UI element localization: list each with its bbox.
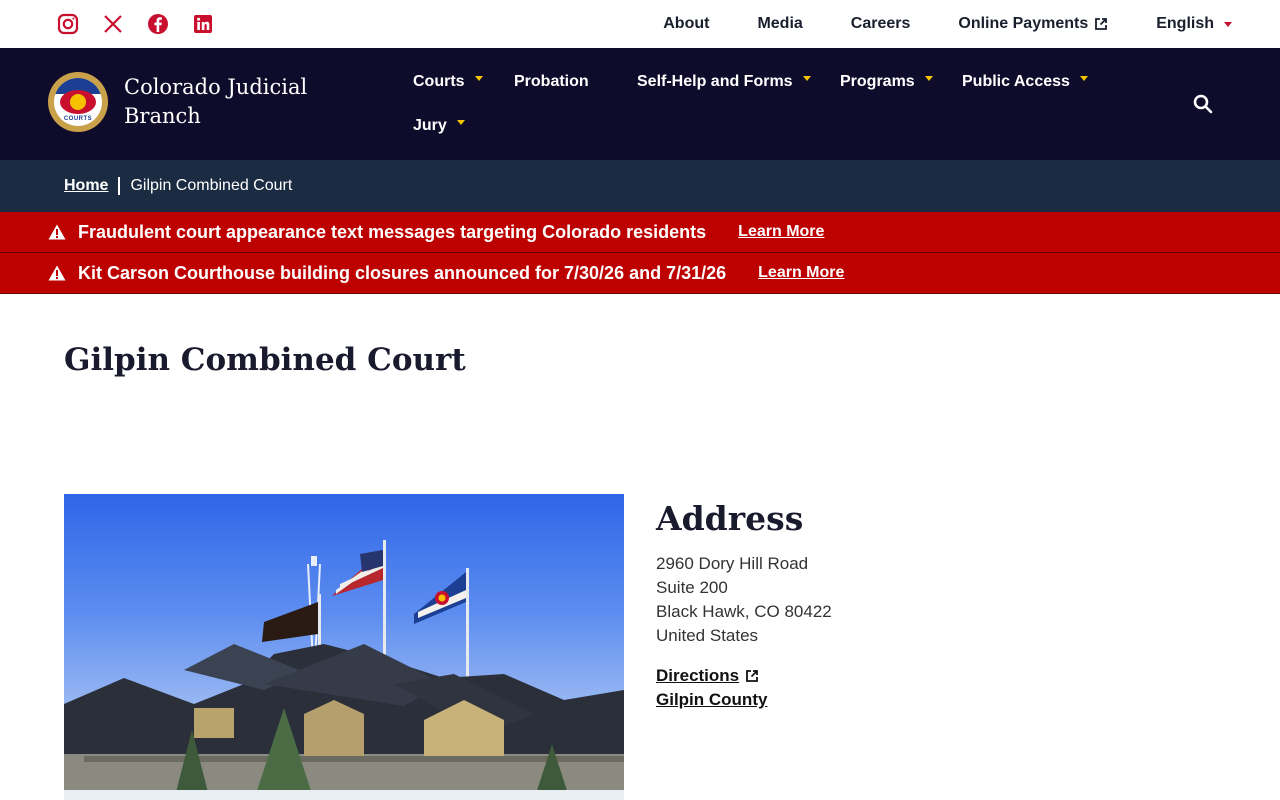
chevron-down-icon bbox=[1079, 75, 1088, 81]
facebook-icon[interactable] bbox=[146, 12, 170, 36]
online-payments-label: Online Payments bbox=[958, 15, 1089, 32]
alert-message: Kit Carson Courthouse building closures … bbox=[78, 262, 727, 283]
careers-link[interactable]: Careers bbox=[851, 15, 911, 33]
directions-label: Directions bbox=[656, 666, 740, 685]
nav-probation-label: Probation bbox=[514, 73, 589, 90]
careers-label: Careers bbox=[850, 15, 911, 32]
page-title: Gilpin Combined Court bbox=[64, 342, 466, 378]
chevron-down-icon bbox=[1224, 21, 1232, 27]
nav-item-probation[interactable]: Probation bbox=[514, 73, 637, 91]
chevron-down-icon bbox=[474, 75, 483, 81]
alert-learn-more-link[interactable]: Learn More bbox=[758, 264, 844, 282]
media-label: Media bbox=[757, 15, 803, 32]
nav-item-public-access[interactable]: Public Access bbox=[962, 73, 1088, 91]
breadcrumb-separator bbox=[118, 177, 121, 195]
address-section: Address 2960 Dory Hill Road Suite 200 Bl… bbox=[656, 498, 1056, 712]
courthouse-photo bbox=[64, 494, 624, 800]
warning-icon bbox=[48, 265, 66, 281]
about-label: About bbox=[663, 15, 710, 32]
breadcrumb: Home Gilpin Combined Court bbox=[0, 160, 1280, 212]
nav-public-access-label: Public Access bbox=[962, 73, 1070, 90]
chevron-down-icon bbox=[456, 119, 465, 125]
nav-item-jury[interactable]: Jury bbox=[413, 117, 465, 135]
nav-courts-label: Courts bbox=[413, 73, 465, 90]
address-heading: Address bbox=[656, 499, 804, 538]
language-label: English bbox=[1156, 15, 1214, 32]
external-link-icon bbox=[746, 670, 759, 682]
main-nav: Courts Probation Self-Help and Forms Pro… bbox=[413, 64, 1133, 144]
external-link-icon bbox=[1095, 18, 1108, 30]
county-link[interactable]: Gilpin County bbox=[656, 688, 1056, 712]
nav-self-help-label: Self-Help and Forms bbox=[637, 73, 793, 90]
address-links: Directions Gilpin County bbox=[656, 664, 1056, 712]
online-payments-link[interactable]: Online Payments bbox=[958, 15, 1108, 33]
breadcrumb-current: Gilpin Combined Court bbox=[130, 177, 293, 194]
site-header: COURTS Colorado Judicial Branch Courts P… bbox=[0, 48, 1280, 160]
address-line-street: 2960 Dory Hill Road bbox=[656, 554, 809, 573]
linkedin-icon[interactable] bbox=[191, 12, 215, 36]
alert-banner: Fraudulent court appearance text message… bbox=[0, 212, 1280, 253]
courthouse-illustration bbox=[64, 540, 624, 800]
address-line-suite: Suite 200 bbox=[656, 578, 728, 597]
seal-text: COURTS bbox=[63, 116, 93, 122]
nav-item-self-help[interactable]: Self-Help and Forms bbox=[637, 73, 840, 91]
chevron-down-icon bbox=[802, 75, 811, 81]
warning-icon bbox=[48, 224, 66, 240]
nav-item-courts[interactable]: Courts bbox=[413, 73, 514, 91]
address-line-city: Black Hawk, CO 80422 bbox=[656, 602, 832, 621]
directions-link[interactable]: Directions bbox=[656, 664, 1056, 688]
social-links bbox=[56, 12, 215, 36]
about-link[interactable]: About bbox=[663, 15, 709, 33]
nav-item-programs[interactable]: Programs bbox=[840, 73, 962, 91]
search-icon bbox=[1193, 94, 1213, 114]
x-icon[interactable] bbox=[101, 12, 125, 36]
brand-name: Colorado Judicial Branch bbox=[124, 75, 308, 128]
media-link[interactable]: Media bbox=[757, 15, 802, 33]
county-label: Gilpin County bbox=[656, 690, 768, 709]
instagram-icon[interactable] bbox=[56, 12, 80, 36]
address-line-country: United States bbox=[656, 626, 759, 645]
nav-programs-label: Programs bbox=[840, 73, 915, 90]
court-seal-logo: COURTS bbox=[48, 72, 108, 132]
address-lines: 2960 Dory Hill Road Suite 200 Black Hawk… bbox=[656, 552, 1056, 648]
search-button[interactable] bbox=[1192, 93, 1214, 115]
chevron-down-icon bbox=[924, 75, 933, 81]
alert-message: Fraudulent court appearance text message… bbox=[78, 221, 707, 242]
breadcrumb-home-link[interactable]: Home bbox=[64, 177, 108, 195]
brand-logo-link[interactable]: COURTS Colorado Judicial Branch bbox=[48, 72, 324, 132]
alert-learn-more-link[interactable]: Learn More bbox=[738, 223, 824, 241]
language-selector[interactable]: English bbox=[1156, 15, 1232, 33]
alert-banner: Kit Carson Courthouse building closures … bbox=[0, 253, 1280, 294]
nav-jury-label: Jury bbox=[413, 117, 447, 134]
utility-bar: About Media Careers Online Payments Engl… bbox=[0, 0, 1280, 48]
utility-nav: About Media Careers Online Payments Engl… bbox=[615, 0, 1232, 48]
